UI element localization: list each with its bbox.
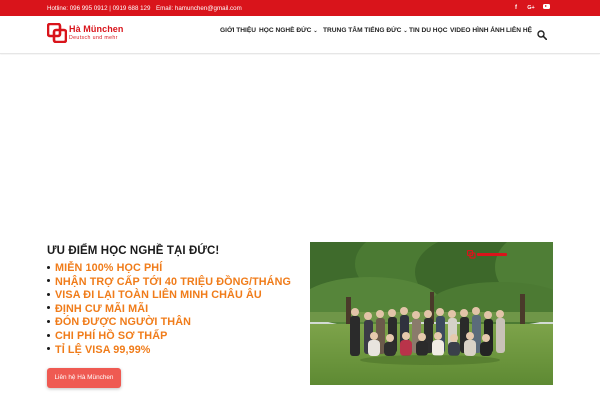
hero-area <box>0 55 600 235</box>
bullet-icon <box>47 347 50 351</box>
nav-label: TRUNG TÂM TIẾNG ĐỨC <box>323 27 402 34</box>
nav-item-hoc-nghe-duc[interactable]: HỌC NGHỀ ĐỨC ⌄ <box>259 16 318 54</box>
email-text[interactable]: Email: hamunchen@gmail.com <box>156 5 242 12</box>
nav-label: TIN DU HỌC <box>409 27 448 34</box>
nav-item-lien-he[interactable]: LIÊN HỆ <box>506 16 532 54</box>
nav-label: GIỚI THIỆU <box>220 27 257 34</box>
bullet-icon <box>47 320 50 324</box>
chevron-down-icon: ⌄ <box>403 28 408 34</box>
google-plus-icon[interactable]: G+ <box>526 3 536 13</box>
benefit-item: VISA ĐI LẠI TOÀN LIÊN MINH CHÂU ÂU <box>47 289 297 303</box>
facebook-icon[interactable]: f <box>511 3 521 13</box>
youtube-icon[interactable] <box>541 3 551 13</box>
group-photo <box>310 242 553 385</box>
brand-logo[interactable]: Hà München Deutsch und mehr <box>47 21 137 47</box>
photo-watermark-logo <box>467 250 507 259</box>
benefit-item: ĐÓN ĐƯỢC NGƯỜI THÂN <box>47 316 297 330</box>
search-icon[interactable] <box>537 30 547 40</box>
group-photo-image <box>310 242 553 385</box>
logo-mark-icon <box>47 23 67 43</box>
benefit-item: MIỄN 100% HỌC PHÍ <box>47 262 297 276</box>
brand-name: Hà München <box>69 24 124 34</box>
benefit-item: ĐỊNH CƯ MÃI MÃI <box>47 303 297 317</box>
nav-label: HỌC NGHỀ ĐỨC <box>259 27 312 34</box>
bullet-icon <box>47 292 50 296</box>
chevron-down-icon: ⌄ <box>313 28 318 34</box>
bullet-icon <box>47 265 50 269</box>
benefit-item: CHI PHÍ HỒ SƠ THẤP <box>47 330 297 344</box>
bullet-icon <box>47 333 50 337</box>
bullet-icon <box>47 306 50 310</box>
top-bar: Hotline: 096 995 0912 | 0919 688 129 Ema… <box>0 0 600 16</box>
hotline-text[interactable]: Hotline: 096 995 0912 | 0919 688 129 <box>47 5 150 12</box>
contact-button[interactable]: Liên hệ Hà München <box>47 368 121 388</box>
benefit-item: NHẬN TRỢ CẤP TỚI 40 TRIỆU ĐỒNG/THÁNG <box>47 276 297 290</box>
nav-item-gioi-thieu[interactable]: GIỚI THIỆU <box>220 16 256 54</box>
benefits-list: MIỄN 100% HỌC PHÍ NHẬN TRỢ CẤP TỚI 40 TR… <box>47 262 297 357</box>
brand-tagline: Deutsch und mehr <box>69 35 118 41</box>
site-header: Hà München Deutsch und mehr GIỚI THIỆU H… <box>0 16 600 54</box>
nav-label: LIÊN HỆ <box>506 27 533 34</box>
section-title: ƯU ĐIỂM HỌC NGHỀ TẠI ĐỨC! <box>47 245 220 257</box>
bullet-icon <box>47 279 50 283</box>
nav-item-video-hinh-anh[interactable]: VIDEO HÌNH ẢNH <box>450 16 505 54</box>
nav-item-trung-tam-tieng-duc[interactable]: TRUNG TÂM TIẾNG ĐỨC ⌄ <box>323 16 408 54</box>
nav-label: VIDEO HÌNH ẢNH <box>450 27 505 34</box>
benefit-item: TỈ LỆ VISA 99,99% <box>47 344 297 358</box>
nav-item-tin-du-hoc[interactable]: TIN DU HỌC <box>409 16 447 54</box>
